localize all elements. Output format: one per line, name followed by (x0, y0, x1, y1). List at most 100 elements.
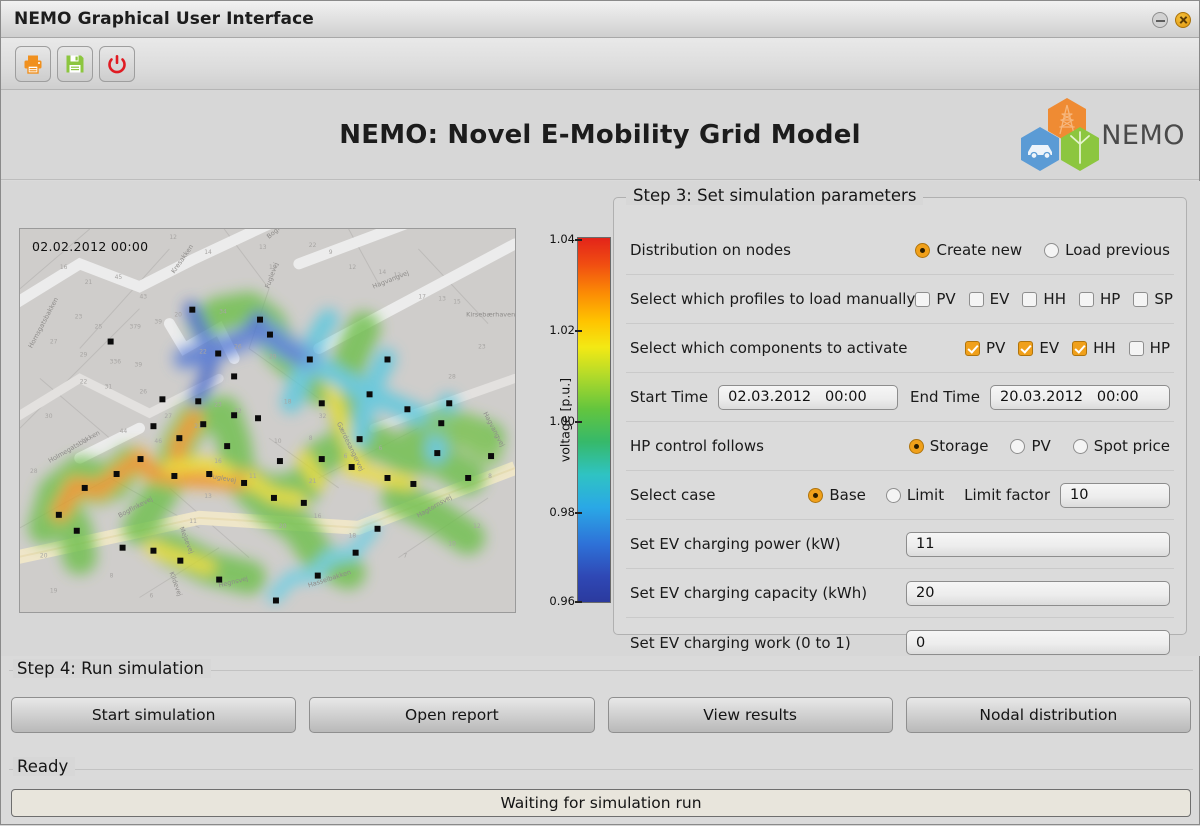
quit-button[interactable] (99, 45, 135, 82)
checkbox-component-hp-label: HP (1149, 339, 1170, 357)
checkbox-component-pv[interactable]: PV (965, 339, 1005, 357)
profiles-label: Select which profiles to load manually (630, 290, 916, 308)
svg-text:45: 45 (115, 274, 123, 281)
svg-text:16: 16 (214, 458, 222, 465)
open-report-button[interactable]: Open report (309, 697, 595, 733)
svg-text:28: 28 (30, 468, 38, 475)
logo-wordmark: NEMO (1101, 119, 1185, 151)
select-case-label: Select case (630, 486, 716, 504)
minimize-icon[interactable] (1152, 11, 1168, 28)
start-time-input[interactable]: 02.03.2012 00:00 (718, 384, 899, 410)
checkbox-icon (915, 291, 931, 307)
print-button[interactable] (15, 45, 51, 82)
voltage-map[interactable]: Hornsgatsbakken Holmegatsbakken Bogfinke… (19, 228, 516, 613)
svg-text:46: 46 (154, 438, 162, 445)
svg-text:17: 17 (418, 294, 426, 301)
radio-hp-spot-price[interactable]: Spot price (1072, 437, 1170, 455)
radio-hp-pv[interactable]: PV (1010, 437, 1051, 455)
svg-text:10: 10 (274, 438, 282, 445)
checkbox-profile-ev-label: EV (989, 290, 1010, 308)
application-window: NEMO Graphical User Interface NEMO: Nove… (0, 0, 1200, 825)
radio-hp-spot-price-label: Spot price (1093, 437, 1170, 455)
radio-create-new[interactable]: Create new (915, 241, 1022, 259)
checkbox-profile-ev[interactable]: EV (968, 290, 1010, 308)
title-bar: NEMO Graphical User Interface (1, 1, 1199, 38)
checkbox-profile-pv-label: PV (936, 290, 956, 308)
start-time-label: Start Time (630, 388, 709, 406)
progress-bar: Waiting for simulation run (11, 789, 1191, 817)
checkbox-icon (968, 291, 984, 307)
run-button-row: Start simulation Open report View result… (11, 697, 1191, 733)
window-controls (1152, 1, 1191, 38)
checkbox-component-hp[interactable]: HP (1128, 339, 1170, 357)
nemo-hexagon-logo-icon (1021, 98, 1100, 171)
svg-text:18: 18 (284, 398, 292, 405)
app-banner: NEMO: Novel E-Mobility Grid Model NEMO (1, 90, 1199, 180)
svg-text:18: 18 (349, 533, 357, 540)
main-content: Hornsgatsbakken Holmegatsbakken Bogfinke… (1, 181, 1200, 656)
svg-text:39: 39 (154, 319, 162, 326)
svg-text:10: 10 (448, 541, 456, 548)
svg-text:21: 21 (85, 279, 93, 286)
limit-factor-input[interactable]: 10 (1060, 482, 1170, 508)
svg-text:29: 29 (269, 353, 277, 360)
nodal-distribution-button[interactable]: Nodal distribution (905, 697, 1191, 733)
simulation-parameters-group: Step 3: Set simulation parameters Distri… (613, 186, 1187, 655)
svg-text:30: 30 (45, 413, 53, 420)
checkbox-icon (965, 340, 981, 356)
colorbar-tick: 0.96 (549, 594, 582, 608)
ev-charging-power-input[interactable]: 11 (906, 531, 1170, 557)
svg-text:7: 7 (403, 553, 407, 560)
svg-text:16: 16 (60, 264, 68, 271)
checkbox-icon (1128, 340, 1144, 356)
svg-text:20: 20 (174, 312, 182, 319)
end-time-input[interactable]: 20.03.2012 00:00 (990, 384, 1170, 410)
svg-text:8: 8 (309, 435, 313, 442)
row-ev-charging-capacity: Set EV charging capacity (kWh) 20 (626, 569, 1174, 618)
checkbox-profile-hp-label: HP (1099, 290, 1121, 308)
radio-create-new-label: Create new (936, 241, 1023, 259)
checkbox-component-hh[interactable]: HH (1072, 339, 1116, 357)
svg-text:6: 6 (379, 445, 383, 452)
start-simulation-button[interactable]: Start simulation (11, 697, 297, 733)
svg-text:23: 23 (478, 344, 486, 351)
checkbox-profile-hp[interactable]: HP (1078, 290, 1121, 308)
colorbar-tick: 1.04 (549, 232, 582, 246)
radio-hp-storage[interactable]: Storage (908, 437, 988, 455)
power-icon (108, 54, 126, 73)
svg-text:336: 336 (110, 358, 122, 365)
checkbox-profile-hh-label: HH (1043, 290, 1066, 308)
radio-case-base-label: Base (829, 486, 866, 504)
radio-button-icon (1072, 438, 1088, 454)
radio-case-limit[interactable]: Limit (885, 486, 944, 504)
ev-charging-capacity-input[interactable]: 20 (906, 580, 1170, 606)
svg-text:21: 21 (309, 478, 317, 485)
run-simulation-section: Step 4: Run simulation Start simulation … (1, 657, 1200, 749)
svg-text:25: 25 (95, 324, 103, 331)
svg-text:22: 22 (199, 348, 207, 355)
row-hp-control: HP control follows Storage PV Spot price (626, 422, 1174, 471)
checkbox-profile-sp[interactable]: SP (1133, 290, 1173, 308)
row-ev-charging-power: Set EV charging power (kW) 11 (626, 520, 1174, 569)
checkbox-profile-pv[interactable]: PV (915, 290, 956, 308)
row-simulation-times: Start Time 02.03.2012 00:00 End Time 20.… (626, 373, 1174, 422)
row-components-activate: Select which components to activate PV E… (626, 324, 1174, 373)
view-results-button[interactable]: View results (607, 697, 893, 733)
svg-text:34: 34 (219, 309, 227, 316)
checkbox-component-ev[interactable]: EV (1018, 339, 1059, 357)
end-time-label: End Time (910, 388, 980, 406)
checkbox-profile-hh[interactable]: HH (1022, 290, 1066, 308)
save-button[interactable] (57, 45, 93, 82)
distribution-label: Distribution on nodes (630, 241, 791, 259)
radio-button-icon (885, 487, 901, 503)
radio-load-previous[interactable]: Load previous (1044, 241, 1170, 259)
colorbar-tick: 1.00 (549, 414, 582, 428)
svg-text:6: 6 (344, 453, 348, 460)
svg-text:20: 20 (279, 523, 287, 530)
ev-charging-work-input[interactable]: 0 (906, 630, 1170, 655)
close-icon[interactable] (1175, 11, 1191, 28)
checkbox-component-pv-label: PV (986, 339, 1006, 357)
radio-hp-pv-label: PV (1031, 437, 1051, 455)
hp-control-label: HP control follows (630, 437, 764, 455)
radio-case-base[interactable]: Base (808, 486, 866, 504)
